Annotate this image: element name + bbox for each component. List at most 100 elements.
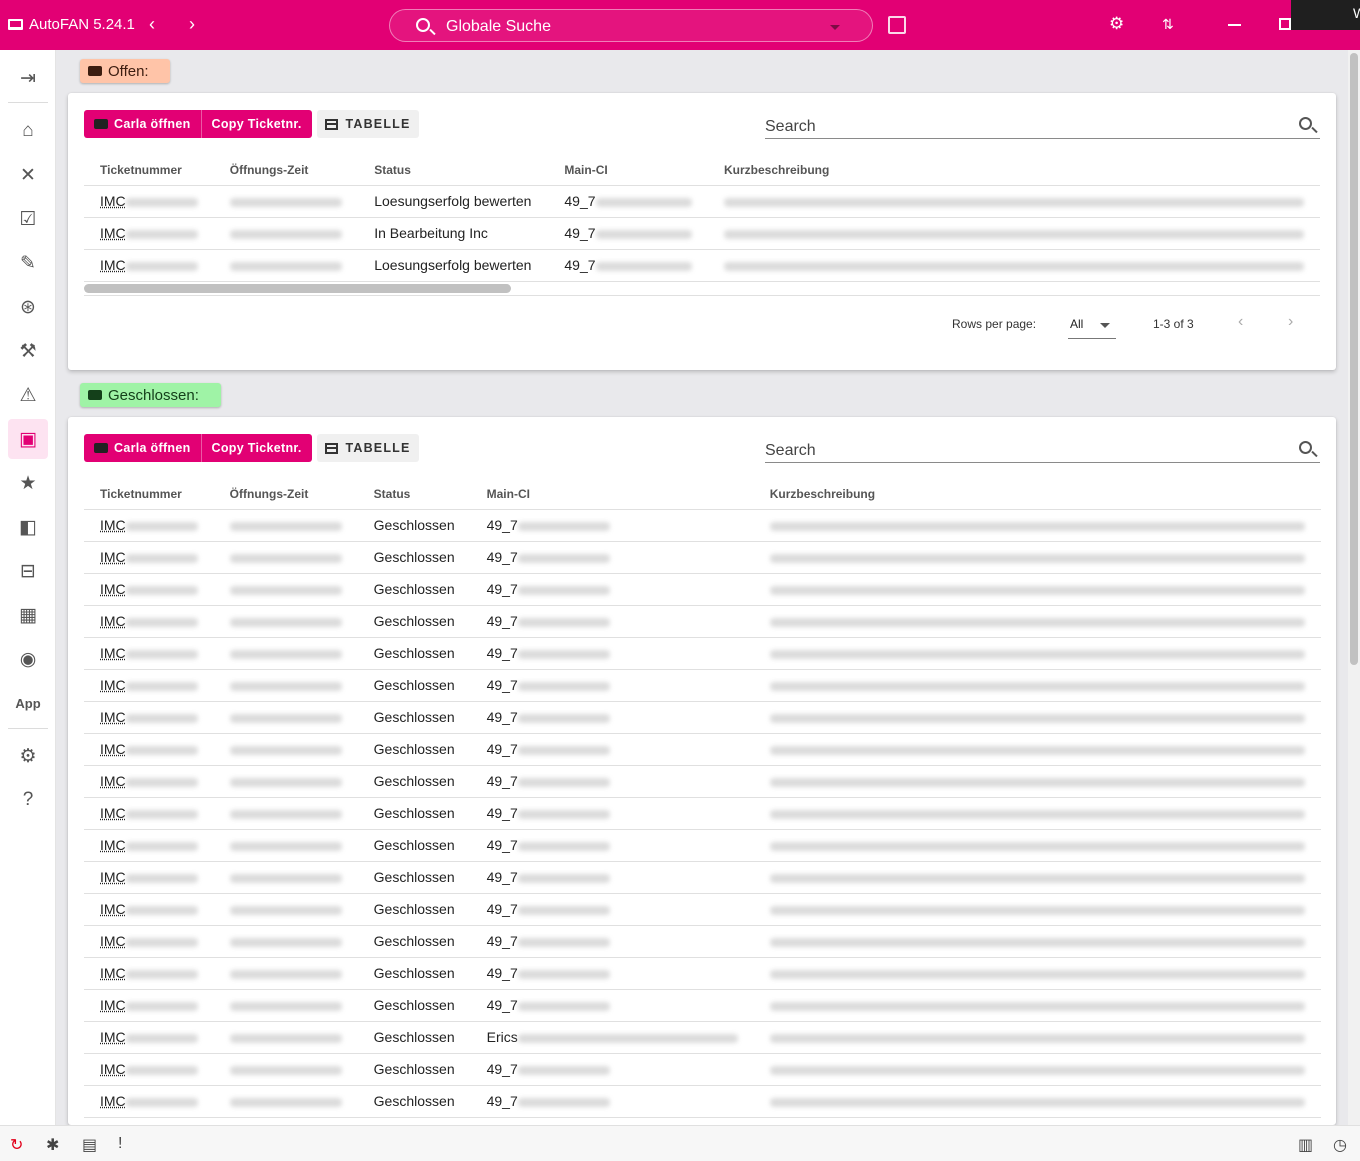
- tools-icon[interactable]: ✕: [8, 155, 48, 195]
- ticket-star-icon[interactable]: ★: [8, 463, 48, 503]
- back-button[interactable]: ‹: [149, 14, 155, 34]
- router-icon[interactable]: ⊟: [8, 551, 48, 591]
- ticket-number-cell[interactable]: IMC: [84, 701, 214, 734]
- bug-icon[interactable]: ✱: [46, 1135, 59, 1155]
- vertical-scrollbar[interactable]: [1350, 53, 1358, 665]
- ticket-number-cell[interactable]: IMC: [84, 1053, 214, 1086]
- ticket-number-cell[interactable]: IMC: [84, 893, 214, 926]
- maximize-icon[interactable]: [1279, 18, 1291, 30]
- ticket-number-cell[interactable]: IMC: [84, 249, 214, 282]
- cards-icon[interactable]: ◧: [8, 507, 48, 547]
- search-icon[interactable]: [1299, 117, 1312, 130]
- ticket-number[interactable]: IMC: [100, 997, 126, 1013]
- table-row[interactable]: IMC Loesungserfolg bewerten 49_7: [84, 249, 1320, 282]
- ticket-number-cell[interactable]: IMC: [84, 861, 214, 894]
- ticket-number-cell[interactable]: IMC: [84, 989, 214, 1022]
- ticket-number-cell[interactable]: IMC: [84, 637, 214, 670]
- ticket-number-cell[interactable]: IMC: [84, 1021, 214, 1054]
- ticket-number[interactable]: IMC: [100, 805, 126, 821]
- ticket-number[interactable]: IMC: [100, 193, 126, 209]
- ticket-number[interactable]: IMC: [100, 901, 126, 917]
- column-header[interactable]: Kurzbeschreibung: [753, 479, 1321, 510]
- previous-page-icon[interactable]: ‹: [1238, 313, 1243, 331]
- robot-icon[interactable]: ◉: [8, 639, 48, 679]
- column-header[interactable]: Öffnungs-Zeit: [213, 155, 359, 186]
- ticket-number-cell[interactable]: IMC: [84, 925, 214, 958]
- column-header[interactable]: Ticketnummer: [84, 479, 214, 510]
- table-view-button[interactable]: TABELLE: [317, 434, 419, 462]
- table-row[interactable]: IMC Geschlossen 49_7: [84, 605, 1321, 638]
- table-row[interactable]: IMC Geschlossen 49_7: [84, 509, 1321, 542]
- carla-open-button[interactable]: Carla öffnen: [84, 110, 202, 138]
- alarm-light-icon[interactable]: ⚠: [8, 375, 48, 415]
- ticket-number-cell[interactable]: IMC: [84, 957, 214, 990]
- history-list-icon[interactable]: ▤: [82, 1135, 97, 1155]
- gear-icon[interactable]: ⚙: [1109, 14, 1124, 34]
- ticket-number[interactable]: IMC: [100, 741, 126, 757]
- column-header[interactable]: Kurzbeschreibung: [707, 155, 1320, 186]
- table-row[interactable]: IMC Geschlossen 49_7: [84, 1053, 1321, 1086]
- table-row[interactable]: IMC Geschlossen 49_7: [84, 573, 1321, 606]
- carla-open-button[interactable]: Carla öffnen: [84, 434, 202, 462]
- network-icon[interactable]: ⚒: [8, 331, 48, 371]
- topbar-checkbox[interactable]: [888, 16, 906, 34]
- table-view-button[interactable]: TABELLE: [317, 110, 419, 138]
- copy-ticket-button[interactable]: Copy Ticketnr.: [201, 110, 312, 138]
- table-row[interactable]: IMC Geschlossen 49_7: [84, 733, 1321, 766]
- ticket-number-cell[interactable]: IMC: [84, 185, 214, 218]
- table-row[interactable]: IMC Geschlossen Erics: [84, 1021, 1321, 1054]
- ticket-number[interactable]: IMC: [100, 837, 126, 853]
- ticket-number[interactable]: IMC: [100, 549, 126, 565]
- ticket-number[interactable]: IMC: [100, 933, 126, 949]
- bandage-icon[interactable]: ✎: [8, 243, 48, 283]
- closed-search-input[interactable]: Search: [765, 437, 1320, 463]
- next-page-icon[interactable]: ›: [1288, 313, 1293, 331]
- column-header[interactable]: Main-CI: [548, 155, 708, 186]
- clipboard-icon[interactable]: ▥: [1298, 1135, 1313, 1155]
- chevron-down-icon[interactable]: [830, 25, 840, 30]
- ticket-account-icon[interactable]: ▣: [8, 419, 48, 459]
- column-header[interactable]: Main-CI: [470, 479, 754, 510]
- calendar-icon[interactable]: ▦: [8, 595, 48, 635]
- copy-ticket-button[interactable]: Copy Ticketnr.: [201, 434, 312, 462]
- ticket-number[interactable]: IMC: [100, 1061, 126, 1077]
- ticket-number-cell[interactable]: IMC: [84, 829, 214, 862]
- table-row[interactable]: IMC Geschlossen 49_7: [84, 861, 1321, 894]
- ticket-number-cell[interactable]: IMC: [84, 1085, 214, 1118]
- search-icon[interactable]: [1299, 441, 1312, 454]
- help-icon[interactable]: ?: [8, 780, 48, 820]
- table-row[interactable]: IMC Geschlossen 49_7: [84, 669, 1321, 702]
- ticket-number[interactable]: IMC: [100, 257, 126, 273]
- column-header[interactable]: Öffnungs-Zeit: [213, 479, 358, 510]
- ticket-number[interactable]: IMC: [100, 613, 126, 629]
- table-row[interactable]: IMC Loesungserfolg bewerten 49_7: [84, 185, 1320, 218]
- table-row[interactable]: IMC Geschlossen 49_7: [84, 541, 1321, 574]
- clipboard-check-icon[interactable]: ☑: [8, 199, 48, 239]
- ticket-number-cell[interactable]: IMC: [84, 669, 214, 702]
- home-icon[interactable]: ⌂: [8, 111, 48, 151]
- ticket-number-cell[interactable]: IMC: [84, 217, 214, 250]
- ticket-number[interactable]: IMC: [100, 225, 126, 241]
- ticket-number-cell[interactable]: IMC: [84, 765, 214, 798]
- column-header[interactable]: Status: [358, 155, 549, 186]
- table-row[interactable]: IMC Geschlossen 49_7: [84, 989, 1321, 1022]
- minimize-icon[interactable]: [1228, 24, 1241, 26]
- ticket-number-cell[interactable]: IMC: [84, 573, 214, 606]
- ticket-number[interactable]: IMC: [100, 773, 126, 789]
- ticket-number[interactable]: IMC: [100, 1029, 126, 1045]
- collapse-icon[interactable]: ⇅: [1162, 14, 1174, 34]
- ticket-number[interactable]: IMC: [100, 709, 126, 725]
- table-row[interactable]: IMC Geschlossen 49_7: [84, 701, 1321, 734]
- table-row[interactable]: IMC In Bearbeitung Inc 49_7: [84, 217, 1320, 250]
- ticket-number-cell[interactable]: IMC: [84, 541, 214, 574]
- ticket-number-cell[interactable]: IMC: [84, 733, 214, 766]
- column-header[interactable]: Status: [357, 479, 471, 510]
- settings-icon[interactable]: ⚙: [8, 736, 48, 776]
- ticket-number-cell[interactable]: IMC: [84, 797, 214, 830]
- ticket-number[interactable]: IMC: [100, 965, 126, 981]
- global-search-input[interactable]: Globale Suche: [389, 9, 873, 42]
- ticket-number-cell[interactable]: IMC: [84, 605, 214, 638]
- feedback-icon[interactable]: !: [118, 1135, 122, 1153]
- ticket-number[interactable]: IMC: [100, 645, 126, 661]
- refresh-icon[interactable]: ↻: [10, 1135, 23, 1155]
